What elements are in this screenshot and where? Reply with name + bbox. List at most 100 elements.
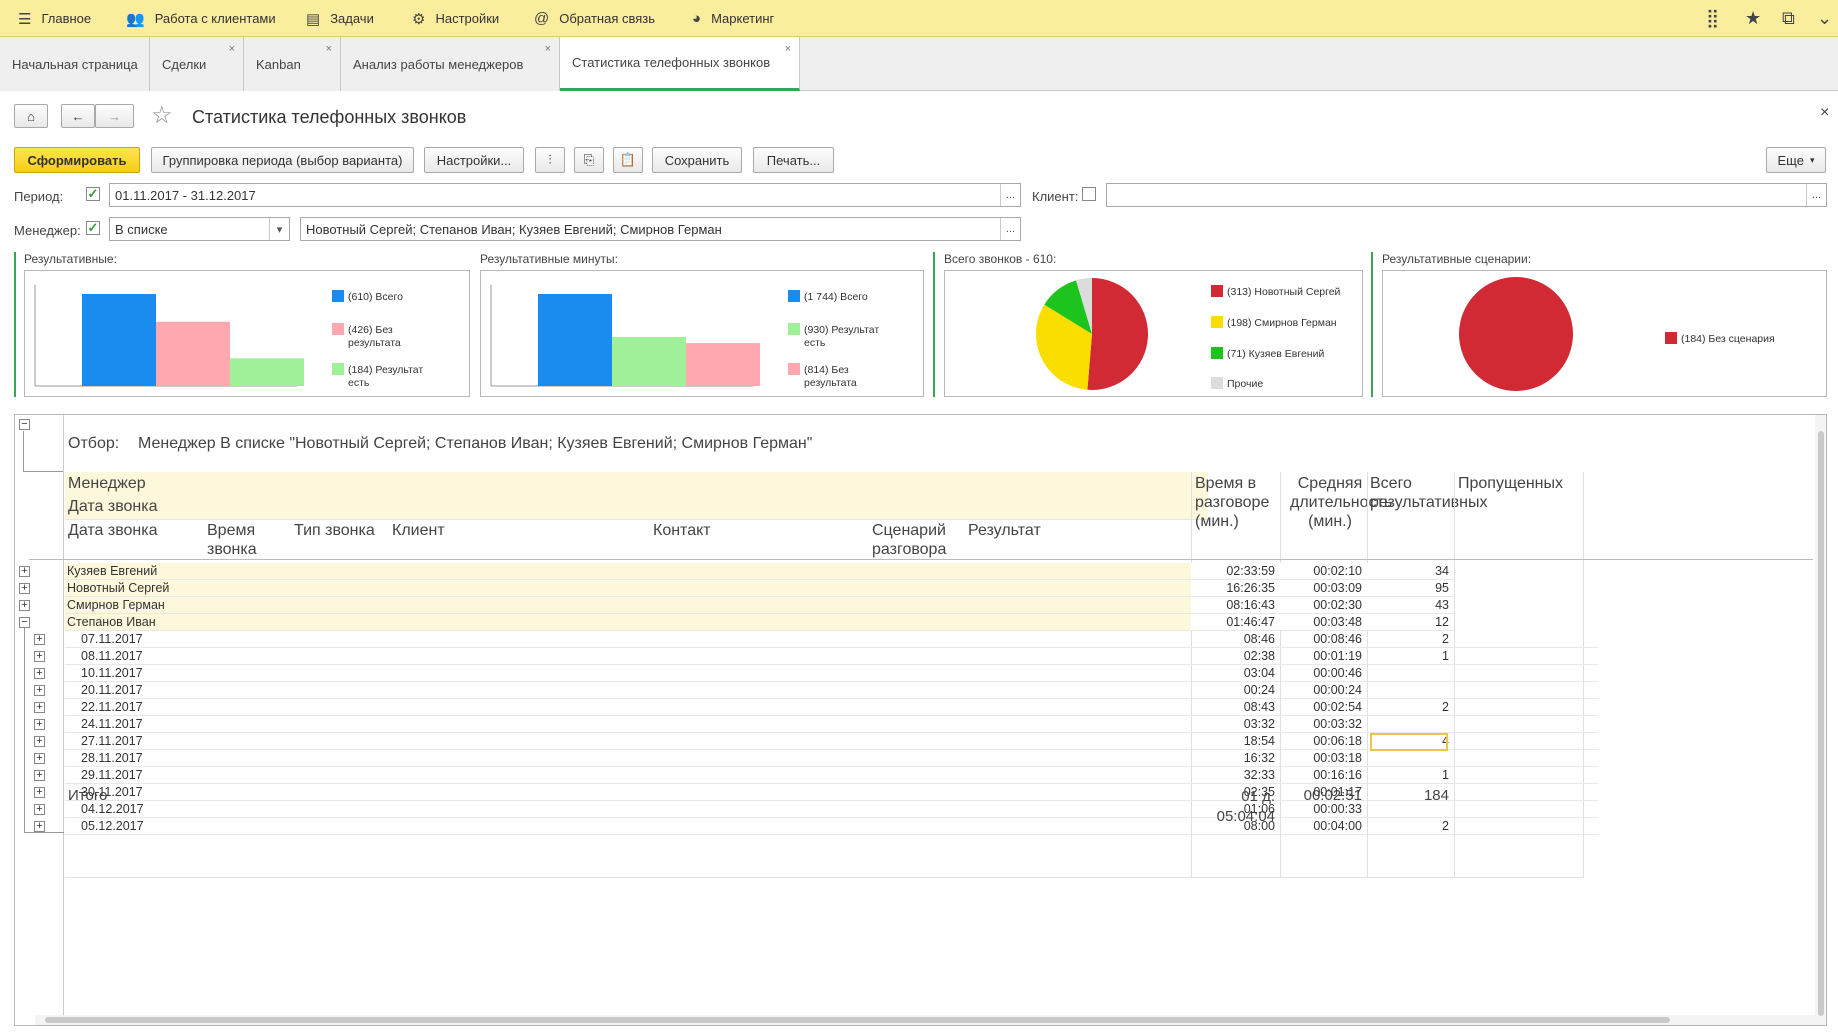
calls-pie-chart: (313) Новотный Сергей (198) Смирнов Герма… — [944, 270, 1363, 397]
chart-title: Результативные сценарии: — [1382, 252, 1532, 266]
expand-icon[interactable]: + — [34, 668, 45, 679]
horizontal-scrollbar-thumb[interactable] — [45, 1017, 1670, 1023]
selected-cell[interactable] — [1370, 733, 1448, 751]
generate-button[interactable]: Сформировать — [14, 147, 140, 173]
expand-icon[interactable]: + — [34, 685, 45, 696]
chevron-down-icon[interactable]: ▾ — [269, 218, 289, 240]
page-title: Статистика телефонных звонков — [192, 107, 467, 127]
ellipsis-button[interactable]: ... — [1806, 184, 1826, 206]
expand-icon[interactable]: + — [34, 736, 45, 747]
expand-icon[interactable]: + — [19, 566, 30, 577]
report-table[interactable]: − Отбор: Менеджер В списке "Новотный Сер… — [14, 414, 1827, 1026]
chart-title: Результативные: — [24, 252, 117, 266]
date-row[interactable]: 10.11.2017 03:04 00:00:46 — [65, 665, 1598, 682]
expand-icon[interactable]: + — [34, 651, 45, 662]
tab-manager-analysis[interactable]: Анализ работы менеджеров × — [341, 37, 560, 91]
expand-icon[interactable]: + — [19, 583, 30, 594]
results-cell: 34 — [1435, 564, 1449, 578]
date-row[interactable]: 28.11.2017 16:32 00:03:18 — [65, 750, 1598, 767]
legend-label-line: (814) Без — [804, 364, 849, 376]
tab-home[interactable]: Начальная страница — [0, 37, 150, 91]
menu-feedback[interactable]: @ Обратная связь — [534, 0, 655, 37]
collapse-icon[interactable]: − — [19, 617, 30, 628]
menu-clients[interactable]: 👥 Работа с клиентами — [126, 0, 276, 37]
expand-icon[interactable]: + — [34, 702, 45, 713]
legend-label-line: (930) Результат — [804, 324, 879, 336]
menu-marketing[interactable]: ◕ Маркетинг — [692, 0, 774, 37]
client-field[interactable]: ... — [1106, 183, 1827, 207]
close-icon[interactable]: × — [785, 43, 791, 55]
header-client: Клиент — [392, 522, 445, 539]
date-row[interactable]: 29.11.2017 32:33 00:16:16 1 — [65, 767, 1598, 784]
report-options-button[interactable]: 📋 — [613, 147, 643, 173]
expand-icon[interactable]: + — [34, 787, 45, 798]
manager-name: Новотный Сергей — [67, 581, 170, 595]
vertical-scrollbar-thumb[interactable] — [1818, 431, 1824, 1016]
favorites-star-icon[interactable]: ★ — [1745, 0, 1761, 37]
open-tabs-bar: Начальная страница Сделки × Kanban × Анали… — [0, 37, 1838, 91]
total-bottom-border — [65, 877, 1584, 878]
menu-tasks[interactable]: ▤ Задачи — [306, 0, 374, 37]
call-date: 28.11.2017 — [81, 751, 143, 765]
ellipsis-button[interactable]: ... — [1000, 184, 1020, 206]
bar-chart-svg: (610) Всего (426) Без результата (184) Резу… — [34, 285, 423, 389]
menu-settings[interactable]: ⚙ Настройки — [412, 0, 499, 37]
period-checkbox[interactable]: ✓ — [86, 187, 100, 201]
chevron-down-icon[interactable]: ⌄ — [1817, 0, 1832, 37]
date-row[interactable]: 22.11.2017 08:43 00:02:54 2 — [65, 699, 1598, 716]
save-button[interactable]: Сохранить — [652, 147, 742, 173]
settings-button[interactable]: Настройки... — [424, 147, 524, 173]
home-button[interactable]: ⌂ — [14, 104, 48, 128]
date-row[interactable]: 27.11.2017 18:54 00:06:18 4 — [65, 733, 1598, 750]
header-call-time: Время звонка — [207, 522, 257, 558]
date-row[interactable]: 20.11.2017 00:24 00:00:24 — [65, 682, 1598, 699]
manager-group-row[interactable]: Смирнов Герман 08:16:43 00:02:30 43 — [65, 597, 1449, 614]
manager-name: Кузяев Евгений — [67, 564, 158, 578]
favorite-star-icon[interactable]: ☆ — [151, 101, 173, 130]
forward-button[interactable]: → — [95, 104, 134, 128]
avg-duration-cell: 00:16:16 — [1313, 768, 1362, 782]
date-row[interactable]: 24.11.2017 03:32 00:03:32 — [65, 716, 1598, 733]
total-avg-duration: 00:02:51 — [1303, 787, 1362, 804]
expand-icon[interactable]: + — [19, 600, 30, 611]
apps-grid-icon[interactable]: ⣿ — [1706, 0, 1719, 37]
close-icon[interactable]: × — [229, 43, 235, 55]
expand-icon[interactable]: + — [34, 753, 45, 764]
menu-main[interactable]: ☰ Главное — [18, 0, 91, 37]
close-icon[interactable]: × — [545, 43, 551, 55]
history-icon[interactable]: ⧉ — [1782, 0, 1795, 37]
close-form-icon[interactable]: × — [1820, 104, 1829, 122]
close-icon[interactable]: × — [326, 43, 332, 55]
expand-icon[interactable]: + — [34, 770, 45, 781]
legend-swatch — [332, 290, 344, 302]
date-row[interactable]: 07.11.2017 08:46 00:08:46 2 — [65, 631, 1598, 648]
manager-group-row[interactable]: Степанов Иван 01:46:47 00:03:48 12 — [65, 614, 1449, 631]
tab-call-stats[interactable]: Статистика телефонных звонков × — [560, 37, 800, 91]
talk-time-cell: 08:16:43 — [1226, 598, 1275, 612]
tab-kanban[interactable]: Kanban × — [244, 37, 341, 91]
avg-duration-cell: 00:02:30 — [1313, 598, 1362, 612]
manager-group-row[interactable]: Новотный Сергей 16:26:35 00:03:09 95 — [65, 580, 1449, 597]
report-structure-button[interactable]: ⫶ — [535, 147, 565, 173]
expand-icon[interactable]: + — [34, 719, 45, 730]
date-row[interactable]: 08.11.2017 02:38 00:01:19 1 — [65, 648, 1598, 665]
period-field[interactable]: 01.11.2017 - 31.12.2017... — [109, 183, 1021, 207]
print-button[interactable]: Печать... — [753, 147, 834, 173]
manager-group-row[interactable]: Кузяев Евгений 02:33:59 00:02:10 34 — [65, 563, 1449, 580]
expand-icon[interactable]: + — [34, 804, 45, 815]
date-row[interactable]: 05.12.2017 08:00 00:04:00 2 — [65, 818, 1598, 835]
manager-checkbox[interactable]: ✓ — [86, 221, 100, 235]
back-button[interactable]: ← — [61, 104, 95, 128]
tab-deals[interactable]: Сделки × — [150, 37, 244, 91]
manager-mode-select[interactable]: В списке ▾ — [109, 217, 290, 241]
copy-report-button[interactable]: ⎘ — [574, 147, 604, 173]
ellipsis-button[interactable]: ... — [1000, 218, 1020, 240]
grouping-button[interactable]: Группировка периода (выбор варианта) — [151, 147, 414, 173]
client-checkbox[interactable] — [1082, 187, 1096, 201]
expand-icon[interactable]: + — [34, 821, 45, 832]
expand-icon[interactable]: + — [34, 634, 45, 645]
manager-list-field[interactable]: Новотный Сергей; Степанов Иван; Кузяев Е… — [300, 217, 1021, 241]
bar — [612, 336, 686, 386]
more-button[interactable]: Еще ▾ — [1766, 147, 1826, 173]
collapse-icon[interactable]: − — [19, 419, 30, 430]
